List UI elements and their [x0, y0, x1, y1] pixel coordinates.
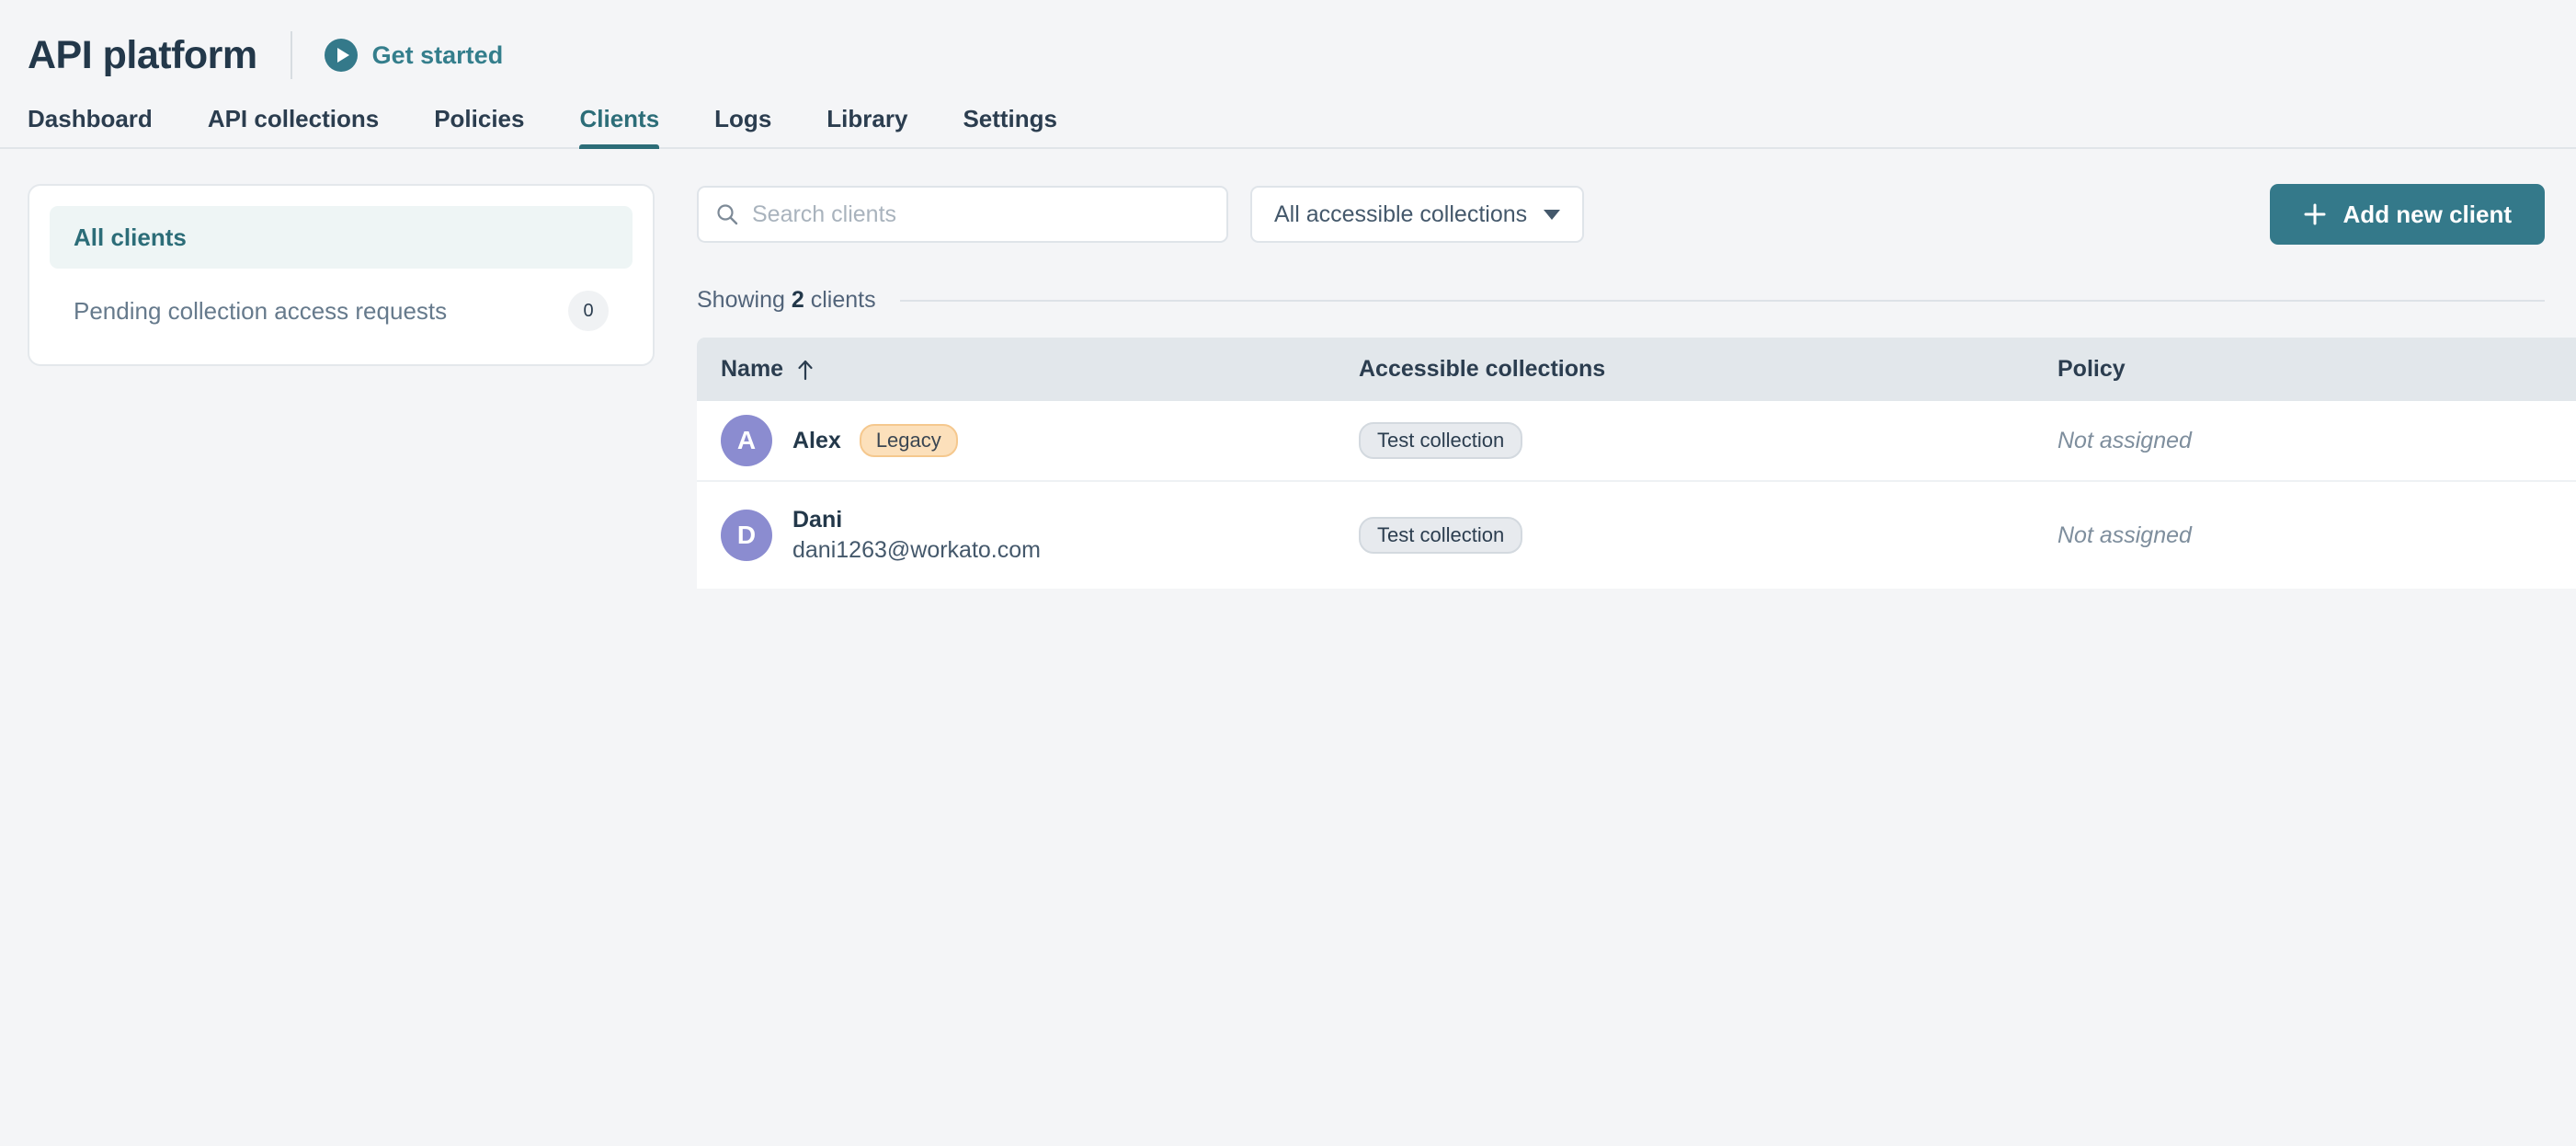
- clients-main: All accessible collections Add new clien…: [697, 184, 2576, 589]
- chevron-down-icon: [1544, 209, 1561, 220]
- header-divider: [290, 31, 292, 79]
- sidebar-item-all-clients[interactable]: All clients: [50, 206, 633, 269]
- table-row[interactable]: D Dani dani1263@workato.com Test collect…: [697, 482, 2576, 589]
- tab-api-collections[interactable]: API collections: [208, 107, 379, 147]
- cell-collections: Test collection: [1359, 482, 2057, 589]
- sidebar-item-pending-requests[interactable]: Pending collection access requests 0: [50, 280, 633, 342]
- policy-value: Not assigned: [2057, 427, 2192, 453]
- showing-count: 2: [791, 287, 804, 313]
- client-name: Alex: [792, 427, 841, 453]
- app-header: API platform Get started: [0, 0, 2576, 85]
- search-clients-box[interactable]: [697, 186, 1228, 243]
- clients-table-wrapper: Name Accessible collections Policy Activ…: [697, 338, 2576, 589]
- showing-suffix: clients: [810, 287, 876, 313]
- table-header: Name Accessible collections Policy Activ…: [697, 338, 2576, 401]
- client-name: Dani: [792, 507, 843, 533]
- policy-value: Not assigned: [2057, 521, 2192, 548]
- table-header-row: Name Accessible collections Policy Activ…: [697, 338, 2576, 401]
- clients-toolbar: All accessible collections Add new clien…: [697, 184, 2576, 245]
- search-icon: [717, 204, 738, 225]
- results-summary: Showing 2 clients: [697, 287, 2576, 314]
- plus-icon: [2304, 203, 2326, 225]
- get-started-link[interactable]: Get started: [324, 38, 504, 73]
- get-started-label: Get started: [371, 40, 504, 69]
- cell-collections: Test collection: [1359, 401, 2057, 482]
- page-body: All clients Pending collection access re…: [0, 149, 2576, 589]
- collection-tag: Test collection: [1359, 422, 1523, 459]
- status-badge: Legacy: [859, 424, 958, 457]
- tab-library[interactable]: Library: [826, 107, 907, 147]
- column-header-name-label: Name: [721, 356, 784, 382]
- table-body: A Alex Legacy Test collection Not assign…: [697, 401, 2576, 589]
- tab-dashboard[interactable]: Dashboard: [28, 107, 153, 147]
- tab-clients[interactable]: Clients: [579, 107, 659, 149]
- arrow-up-icon: [798, 360, 813, 380]
- table-row[interactable]: A Alex Legacy Test collection Not assign…: [697, 401, 2576, 482]
- add-new-client-button[interactable]: Add new client: [2269, 184, 2545, 245]
- tab-policies[interactable]: Policies: [434, 107, 524, 147]
- collection-tag: Test collection: [1359, 517, 1523, 554]
- cell-name: D Dani dani1263@workato.com: [697, 482, 1359, 589]
- main-nav: Dashboard API collections Policies Clien…: [0, 85, 2576, 149]
- summary-divider: [899, 299, 2545, 302]
- showing-count-text: Showing 2 clients: [697, 287, 876, 314]
- cell-policy: Not assigned: [2057, 482, 2576, 589]
- collections-filter-value: All accessible collections: [1274, 201, 1528, 227]
- client-email: dani1263@workato.com: [792, 537, 1041, 563]
- column-header-policy[interactable]: Policy: [2057, 338, 2576, 401]
- play-circle-icon: [324, 39, 358, 72]
- avatar: A: [721, 415, 772, 466]
- avatar: D: [721, 510, 772, 561]
- search-input[interactable]: [752, 201, 1210, 228]
- add-new-client-label: Add new client: [2342, 200, 2512, 228]
- page-title: API platform: [28, 32, 257, 77]
- clients-sidebar: All clients Pending collection access re…: [28, 184, 655, 366]
- tab-settings[interactable]: Settings: [963, 107, 1057, 147]
- sidebar-item-label: All clients: [74, 223, 187, 251]
- pending-requests-badge: 0: [568, 291, 609, 331]
- sidebar-item-label: Pending collection access requests: [74, 296, 448, 325]
- cell-policy: Not assigned: [2057, 401, 2576, 482]
- column-header-accessible-collections[interactable]: Accessible collections: [1359, 338, 2057, 401]
- collections-filter-dropdown[interactable]: All accessible collections: [1250, 186, 1585, 243]
- column-header-name[interactable]: Name: [697, 338, 1359, 401]
- clients-table: Name Accessible collections Policy Activ…: [697, 338, 2576, 589]
- tab-logs[interactable]: Logs: [714, 107, 771, 147]
- cell-name: A Alex Legacy: [697, 401, 1359, 482]
- showing-prefix: Showing: [697, 287, 785, 313]
